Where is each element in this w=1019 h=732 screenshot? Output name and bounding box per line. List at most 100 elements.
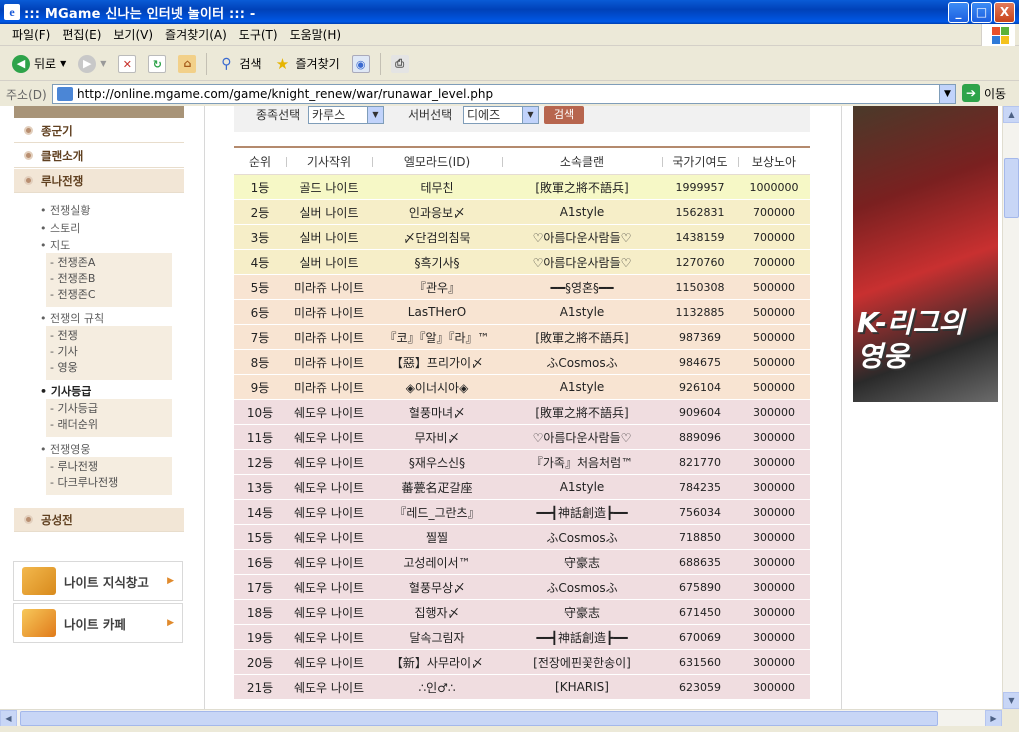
cell-id[interactable]: ◈이너시아◈ — [372, 379, 502, 396]
address-input[interactable]: http://online.mgame.com/game/knight_rene… — [52, 84, 956, 104]
cell-rank: 4등 — [250, 255, 270, 270]
search-label: 검색 — [239, 57, 262, 71]
back-button[interactable]: ◀ 뒤로 ▼ — [6, 54, 72, 73]
server-select[interactable]: 디에즈 ▼ — [463, 106, 539, 124]
favorites-button[interactable]: ★ 즐겨찾기 — [268, 55, 346, 73]
maximize-button[interactable]: □ — [971, 2, 992, 23]
cell-id[interactable]: LasTHerO — [372, 305, 502, 319]
nav-item-rules-knight[interactable]: - 기사 — [46, 344, 172, 360]
nav-item-zone-c[interactable]: - 전쟁존C — [46, 287, 172, 303]
minimize-button[interactable]: _ — [948, 2, 969, 23]
search-button[interactable]: ⚲ 검색 — [211, 55, 267, 73]
nav-item-zone-b[interactable]: - 전쟁존B — [46, 271, 172, 287]
home-button[interactable]: ⌂ — [172, 54, 202, 73]
cell-id[interactable]: 혈풍마녀〆 — [372, 404, 502, 421]
nav-item-rules-hero[interactable]: - 영웅 — [46, 360, 172, 376]
cell-reward: 300000 — [753, 430, 795, 444]
nav-item-rules-war[interactable]: - 전쟁 — [46, 328, 172, 344]
print-button[interactable]: ⎙ — [385, 54, 415, 73]
cell-id[interactable]: 집행자〆 — [372, 604, 502, 621]
nav-item-story[interactable]: • 스토리 — [40, 220, 80, 236]
cell-id[interactable]: 테무친 — [372, 179, 502, 196]
nav-section-clan[interactable]: 클랜소개 — [14, 144, 184, 168]
cell-title: 실버 나이트 — [299, 255, 359, 270]
cell-rank: 7등 — [250, 330, 270, 345]
banner-label: 나이트 지식창고 — [64, 574, 149, 590]
cell-rank: 6등 — [250, 305, 270, 320]
nav-item-map[interactable]: • 지도 — [40, 237, 70, 253]
menu-edit[interactable]: 편집(E) — [56, 26, 107, 43]
cell-id[interactable]: 인과응보〆 — [372, 204, 502, 221]
nav-section-runawar[interactable]: 루나전쟁 — [14, 169, 184, 193]
menu-tools[interactable]: 도구(T) — [233, 26, 284, 43]
scroll-up-icon[interactable]: ▲ — [1003, 106, 1019, 123]
cell-id[interactable]: 혈풍무상〆 — [372, 579, 502, 596]
stop-button[interactable]: ✕ — [112, 54, 142, 73]
forward-dropdown-icon[interactable]: ▼ — [100, 59, 106, 68]
vertical-scrollbar[interactable]: ▲ ▼ — [1002, 106, 1019, 709]
cell-id[interactable]: 〆단검의침묵 — [372, 229, 502, 246]
nav-item-hero-darkluna[interactable]: - 다크루나전쟁 — [46, 475, 172, 491]
cell-id[interactable]: 『레드_그란츠』 — [372, 504, 502, 521]
scroll-left-icon[interactable]: ◀ — [0, 710, 17, 727]
back-dropdown-icon[interactable]: ▼ — [60, 59, 66, 68]
cell-id[interactable]: 고성레이서™ — [372, 554, 502, 571]
books-icon — [22, 567, 56, 595]
cell-title: 쉐도우 나이트 — [293, 530, 365, 545]
nav-section-siege[interactable]: 공성전 — [14, 508, 184, 532]
cell-id[interactable]: 『코』『알』『라』™ — [372, 329, 502, 346]
ad-banner[interactable]: K-리그의 영웅 — [853, 106, 998, 402]
nav-section-jonggungi[interactable]: 종군기 — [14, 119, 184, 143]
cell-id[interactable]: 【惡】프리가이〆 — [372, 354, 502, 371]
banner-knowledge[interactable]: 나이트 지식창고 ▶ — [13, 561, 183, 601]
scroll-right-icon[interactable]: ▶ — [985, 710, 1002, 727]
go-button[interactable]: ➔ 이동 — [962, 84, 1006, 102]
media-button[interactable]: ◉ — [346, 54, 376, 73]
nav-item-zone-a[interactable]: - 전쟁존A — [46, 255, 172, 271]
cell-title: 쉐도우 나이트 — [293, 655, 365, 670]
scroll-thumb[interactable] — [1004, 158, 1019, 218]
cell-id[interactable]: ∴인♂∴ — [372, 679, 502, 696]
menu-file[interactable]: 파일(F) — [6, 26, 56, 43]
cell-id[interactable]: 【新】사무라이〆 — [372, 654, 502, 671]
scroll-down-icon[interactable]: ▼ — [1003, 692, 1019, 709]
forward-button[interactable]: ▶ ▼ — [72, 54, 112, 73]
cell-id[interactable]: 찔찔 — [372, 529, 502, 546]
banner-label: 나이트 카페 — [64, 616, 126, 632]
cell-id[interactable]: §흑기사§ — [372, 254, 502, 271]
search-submit-button[interactable]: 검색 — [544, 106, 584, 124]
nav-item-ladder[interactable]: - 래더순위 — [46, 417, 172, 433]
nav-item-war-status[interactable]: • 전쟁실황 — [40, 202, 90, 218]
cell-id[interactable]: §재우스신§ — [372, 454, 502, 471]
rules-submenu: - 전쟁 - 기사 - 영웅 — [46, 326, 172, 380]
nav-item-rules[interactable]: • 전쟁의 규칙 — [40, 310, 104, 326]
address-dropdown-icon[interactable]: ▼ — [939, 85, 955, 103]
race-select[interactable]: 카루스 ▼ — [308, 106, 384, 124]
nav-item-hero-luna[interactable]: - 루나전쟁 — [46, 459, 172, 475]
horizontal-scrollbar[interactable]: ◀ ▶ — [0, 709, 1002, 727]
nav-item-knight-grade[interactable]: • 기사등급 — [40, 383, 91, 399]
refresh-button[interactable]: ↻ — [142, 54, 172, 73]
menu-favorites[interactable]: 즐겨찾기(A) — [159, 26, 233, 43]
menu-help[interactable]: 도움말(H) — [284, 26, 348, 43]
nav-item-war-hero[interactable]: • 전쟁영웅 — [40, 441, 90, 457]
scroll-thumb[interactable] — [20, 711, 938, 726]
status-bar — [0, 726, 1019, 732]
menu-bar: 파일(F) 편집(E) 보기(V) 즐겨찾기(A) 도구(T) 도움말(H) — [0, 24, 1019, 46]
cell-id[interactable]: 달속그림자 — [372, 629, 502, 646]
header-id: 엘모라드(ID) — [372, 153, 502, 170]
nav-item-grade[interactable]: - 기사등급 — [46, 401, 172, 417]
menu-view[interactable]: 보기(V) — [107, 26, 159, 43]
cell-clan: [敗軍之將不語兵] — [535, 330, 629, 345]
close-button[interactable]: X — [994, 2, 1015, 23]
cell-id[interactable]: 무자비〆 — [372, 429, 502, 446]
table-row: 19등 쉐도우 나이트 달속그림자 ━━┫神話創造┣━━ 670069 300000 — [234, 625, 810, 650]
cell-id[interactable]: 『관우』 — [372, 279, 502, 296]
bullet-icon — [24, 176, 33, 185]
cell-id[interactable]: 蕃甍名疋갈座 — [372, 479, 502, 496]
left-nav: 종군기 클랜소개 루나전쟁 • 전쟁실황 • 스토리 • 지도 - 전쟁존A -… — [14, 106, 184, 536]
banner-cafe[interactable]: 나이트 카페 ▶ — [13, 603, 183, 643]
table-row: 7등 미라쥬 나이트 『코』『알』『라』™ [敗軍之將不語兵] 987369 500000 — [234, 325, 810, 350]
stop-icon: ✕ — [118, 54, 137, 73]
address-url[interactable]: http://online.mgame.com/game/knight_rene… — [77, 87, 493, 101]
